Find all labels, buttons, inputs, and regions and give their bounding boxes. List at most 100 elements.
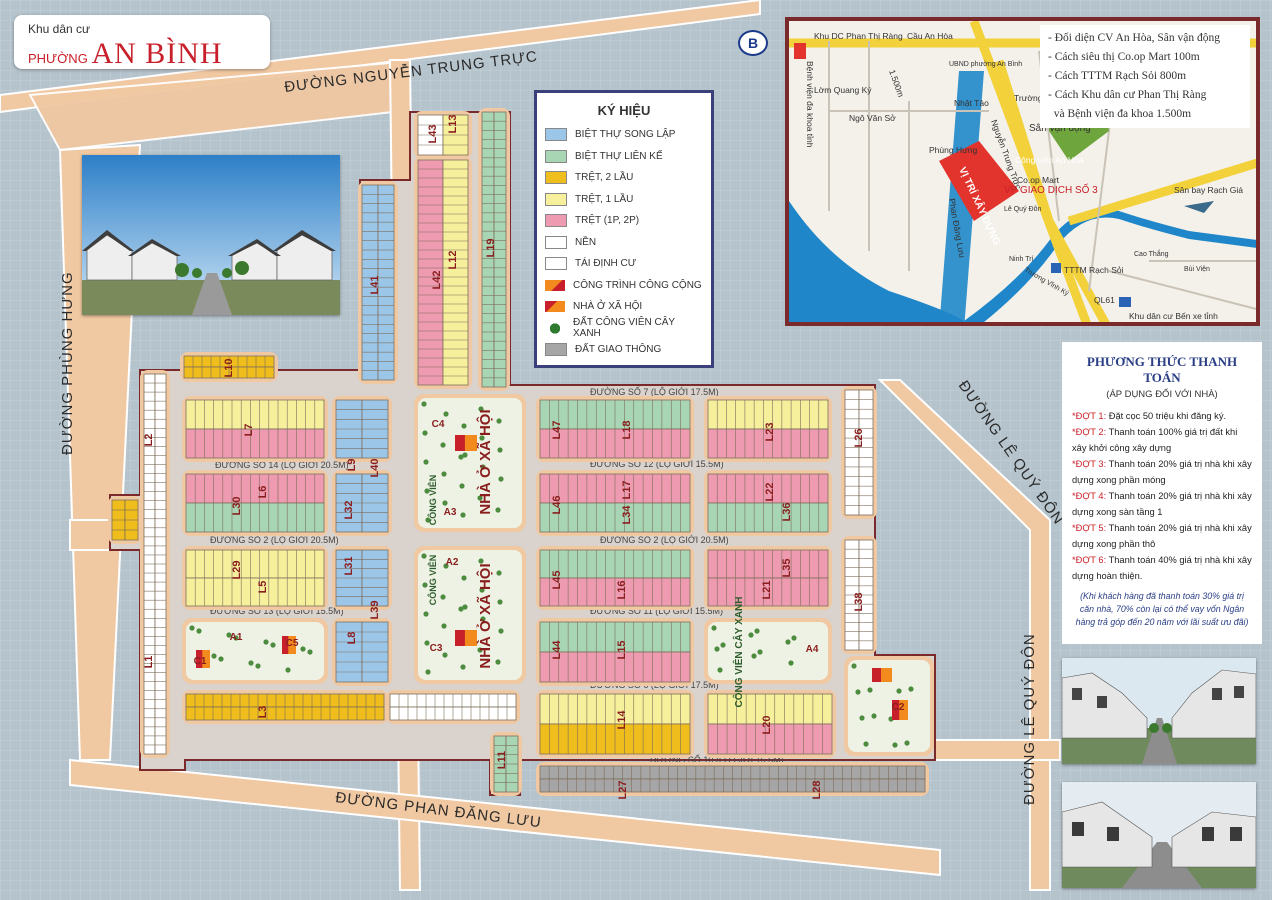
- lot-strip-fill: [845, 390, 859, 515]
- location-note: - Cách siêu thị Co.op Mart 100m: [1048, 51, 1200, 63]
- legend-swatch: [545, 128, 567, 142]
- payment-stage: *ĐỢT 1:: [1072, 411, 1107, 421]
- tree-icon: [714, 646, 720, 652]
- block-label-l18: L18: [621, 421, 633, 440]
- location-note: - Cách TTTM Rạch Sỏi 800m: [1048, 70, 1187, 82]
- payment-row: *ĐỢT 4: Thanh toán 20% giá trị nhà khi x…: [1072, 488, 1252, 520]
- legend-label: TÁI ĐỊNH CƯ: [575, 258, 637, 270]
- loc-ql61: QL61: [1094, 295, 1115, 305]
- loc-cau-an-hoa: Cầu An Hòa: [907, 31, 953, 41]
- legend-label: ĐẤT GIAO THÔNG: [575, 344, 662, 356]
- tree-icon: [218, 656, 224, 662]
- tree-icon: [896, 688, 902, 694]
- block-label-l10: L10: [223, 359, 235, 378]
- loc-coop: Co.op Mart: [1017, 175, 1060, 185]
- tree-icon: [791, 635, 797, 641]
- legend-swatch: [545, 192, 567, 206]
- location-note: - Đối diện CV An Hòa, Sân vận động: [1048, 32, 1220, 44]
- block-label-l16: L16: [616, 581, 628, 600]
- tree-icon: [788, 660, 794, 666]
- block-label-l2: L2: [143, 434, 155, 447]
- tree-icon: [855, 689, 861, 695]
- lot-strip: [539, 778, 926, 793]
- tree-icon: [904, 740, 910, 746]
- lot-strip: [539, 693, 691, 725]
- tree-icon: [422, 430, 428, 436]
- lot-strip: [707, 502, 829, 533]
- tree-icon: [498, 476, 504, 482]
- tree-icon: [440, 442, 446, 448]
- tree-icon: [196, 628, 202, 634]
- road-le-quy-don-bottom: ĐƯỜNG LÊ QUÝ ĐÔN: [1021, 633, 1038, 805]
- tree-icon: [441, 471, 447, 477]
- loc-ubnd: UBND phường An Bình: [949, 61, 1022, 68]
- lot-strip: [185, 502, 325, 533]
- payment-note: (Khi khách hàng đã thanh toán 30% giá tr…: [1075, 591, 1249, 627]
- social-housing-label-2: NHÀ Ở XÃ HỘI: [476, 563, 494, 668]
- block-label-l31: L31: [343, 557, 355, 576]
- tree-icon: [751, 653, 757, 659]
- payment-stage: *ĐỢT 4:: [1072, 491, 1107, 501]
- social-housing-icon: [872, 668, 892, 682]
- social-housing-icon: [455, 435, 477, 451]
- social-housing-label-1: NHÀ Ở XÃ HỘI: [476, 409, 494, 514]
- title-line1: Khu dân cư: [28, 22, 91, 36]
- lot-strip-fill: [708, 503, 828, 532]
- lot-strip-fill: [186, 550, 324, 578]
- block-label-l6: L6: [257, 486, 269, 499]
- villa-render-image: [82, 155, 340, 315]
- loc-phung-hung: Phùng Hưng: [929, 145, 977, 155]
- tree-icon: [443, 411, 449, 417]
- lot-strip: [185, 428, 325, 459]
- payment-rows: *ĐỢT 1: Đặt cọc 50 triệu khi đăng ký. *ĐỢ…: [1072, 408, 1252, 584]
- lot-strip: [185, 473, 325, 504]
- loc-benh-vien: Bệnh viện đa khoa tỉnh: [805, 61, 815, 148]
- payment-stage: *ĐỢT 3:: [1072, 459, 1107, 469]
- legend-items: BIỆT THỰ SONG LẬP BIỆT THỰ LIÊN KẾ TRỆT, 2…: [545, 124, 703, 361]
- block-label-l7: L7: [243, 424, 255, 437]
- photo-street-2: [1062, 782, 1256, 888]
- tree-icon: [785, 639, 791, 645]
- lot-strip: [707, 549, 829, 579]
- lot-strip: [361, 621, 389, 683]
- building-roof: [455, 630, 465, 646]
- loc-khu-dc: Khu DC Phan Thị Ràng: [814, 31, 903, 41]
- block-label-l5: L5: [257, 581, 269, 594]
- block-label-l29: L29: [231, 561, 243, 580]
- block-label-l27: L27: [617, 781, 629, 800]
- legend-swatch: [545, 235, 567, 249]
- tree-icon: [307, 649, 313, 655]
- tree-icon: [871, 713, 877, 719]
- building-roof: [455, 435, 465, 451]
- block-label-l46: L46: [551, 496, 563, 515]
- lot-strip: [185, 549, 325, 579]
- legend-label: CÔNG TRÌNH CÔNG CỘNG: [573, 279, 702, 291]
- legend-item: BIỆT THỰ LIÊN KẾ: [545, 146, 703, 168]
- tree-icon: [496, 570, 502, 576]
- title-prefix: PHƯỜNG: [28, 51, 88, 66]
- lot-strip: [361, 549, 389, 607]
- tree-icon: [300, 646, 306, 652]
- location-note: và Bệnh viện đa khoa 1.500m: [1048, 108, 1192, 120]
- lot-strip: [539, 723, 691, 755]
- payment-stage: *ĐỢT 5:: [1072, 523, 1107, 533]
- block-label-l42: L42: [431, 271, 443, 290]
- tree-icon: [495, 507, 501, 513]
- park-label-c4: C4: [432, 419, 445, 430]
- legend-label: BIỆT THỰ LIÊN KẾ: [575, 150, 663, 162]
- tree-icon: [460, 664, 466, 670]
- block-label-l9: L9: [346, 459, 358, 472]
- tree-icon: [497, 599, 503, 605]
- legend-item: ĐẤT CÔNG VIÊN CÂY XANH: [545, 317, 703, 339]
- tree-icon: [189, 625, 195, 631]
- tree-icon: [462, 452, 468, 458]
- tree-icon: [908, 686, 914, 692]
- block-label-l14: L14: [616, 710, 628, 730]
- lot-strip: [844, 389, 860, 516]
- tree-icon: [720, 642, 726, 648]
- block-label-l22: L22: [764, 483, 776, 502]
- park-label-a4: A4: [806, 644, 819, 655]
- lot-strip-fill: [186, 429, 324, 458]
- tree-icon: [461, 575, 467, 581]
- block-label-l43: L43: [427, 125, 439, 144]
